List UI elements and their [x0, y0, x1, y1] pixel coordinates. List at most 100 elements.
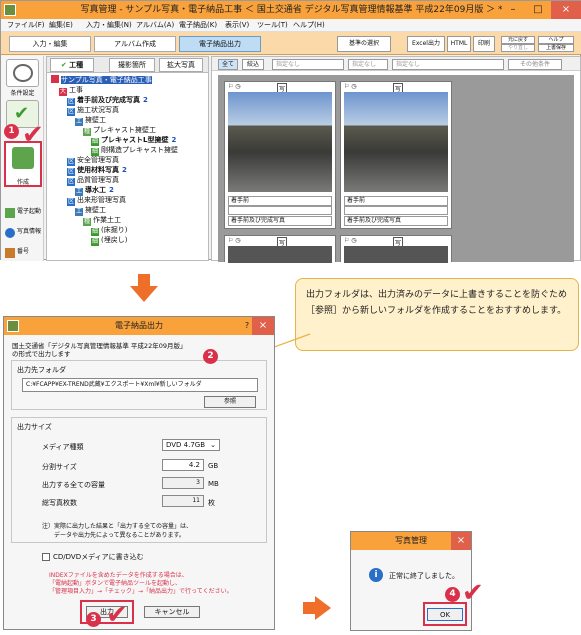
tree-node-label: 工事: [69, 86, 83, 94]
tree-node[interactable]: 区安全管理写真: [51, 155, 209, 166]
completion-titlebar: 写真管理 ×: [351, 532, 471, 550]
browse-button[interactable]: 参照: [204, 396, 256, 408]
info-icon: [5, 228, 15, 238]
filter-select-3[interactable]: 指定なし: [392, 59, 504, 70]
card-tag-icon: ⚐ ◷: [344, 237, 357, 244]
condition-settings-label: 条件設定: [10, 90, 35, 97]
tree-node[interactable]: 区出来形管理写真: [51, 195, 209, 206]
filter-button[interactable]: 絞込: [242, 59, 264, 70]
delivery-start-label[interactable]: 電子起動: [17, 206, 41, 215]
undo-button[interactable]: 元に戻す: [501, 36, 535, 44]
step-check-icon: ✔: [462, 578, 484, 608]
tree-node-count: 2: [143, 96, 148, 104]
photo-card-2[interactable]: ⚐ ◷ 写 着手前 着手前及び完成写真: [340, 81, 452, 229]
cancel-button[interactable]: キャンセル: [144, 606, 200, 618]
filter-select-1[interactable]: 指定なし: [272, 59, 344, 70]
standard-select-button[interactable]: 基準の選択: [337, 36, 391, 52]
photo-panel: 全て 絞込 指定なし 指定なし 指定なし その他条件 ⚐ ◷ 写 着手前 着手前…: [211, 56, 581, 263]
photo-card-3[interactable]: ⚐ ◷ 写: [224, 235, 336, 263]
menu-help[interactable]: ヘルプ(H): [293, 20, 325, 31]
number-label[interactable]: 番号: [17, 246, 41, 255]
menu-file[interactable]: ファイル(F): [7, 20, 45, 31]
tab-enlarged-photo[interactable]: 拡大写真: [159, 58, 203, 72]
completion-close-icon[interactable]: ×: [451, 532, 471, 550]
tree-node[interactable]: 細剛構造プレキャスト擁壁: [51, 145, 209, 156]
output-folder-input[interactable]: C:¥FCAPP¥EX-TREND武蔵¥エクスポート¥Xml¥新しいフォルダ: [22, 378, 258, 392]
tree-node[interactable]: 種作業土工: [51, 215, 209, 226]
media-type-select[interactable]: DVD 4.7GB ⌄: [162, 439, 220, 451]
tree-node-label: 品質管理写真: [77, 176, 119, 184]
chevron-down-icon: ⌄: [210, 441, 216, 449]
tree-node-icon: 種: [83, 128, 91, 136]
menu-delivery[interactable]: 電子納品(K): [179, 20, 217, 31]
card-tag-icon: ⚐ ◷: [228, 83, 241, 90]
menu-input-edit[interactable]: 入力・編集(N): [86, 20, 132, 31]
total-size-label: 出力する全ての容量: [42, 481, 105, 489]
photo-card-1[interactable]: ⚐ ◷ 写 着手前 着手前及び完成写真: [224, 81, 336, 229]
tab-shooting-location[interactable]: 撮影箇所: [109, 58, 155, 72]
media-type-value: DVD 4.7GB: [166, 441, 206, 449]
split-size-input[interactable]: 4.2: [162, 459, 204, 471]
tree-node-label: 剛構造プレキャスト擁壁: [101, 146, 178, 154]
tree-node[interactable]: 細 (埋戻し): [51, 235, 209, 246]
card-caption-1: 着手前: [228, 196, 332, 206]
dialog-close-icon[interactable]: ×: [252, 317, 274, 335]
app-titlebar: 写真管理 - サンプル写真・電子納品工事 ＜ 国土交通省 デジタル写真管理情報基…: [1, 1, 581, 19]
menu-album[interactable]: アルバム(A): [136, 20, 174, 31]
redo-button[interactable]: やり直し: [501, 44, 535, 52]
step-badge-4: 4: [445, 587, 460, 602]
tab-work-type-label: 工種: [69, 61, 84, 69]
menu-tools[interactable]: ツール(T): [257, 20, 288, 31]
total-size-unit: MB: [208, 480, 219, 488]
other-conditions-button[interactable]: その他条件: [508, 59, 562, 70]
tree-node[interactable]: 工擁壁工: [51, 115, 209, 126]
tab-album[interactable]: アルバム作成: [94, 36, 176, 52]
create-label: 作成: [16, 179, 29, 186]
tab-work-type[interactable]: ✔ 工種: [50, 58, 94, 72]
tree-node[interactable]: 大工事: [51, 85, 209, 96]
tree-node[interactable]: 細 (床掘り): [51, 225, 209, 236]
tree-node-icon: 大: [59, 88, 67, 96]
menu-view[interactable]: 表示(V): [225, 20, 249, 31]
tree-node[interactable]: 区施工状況写真: [51, 105, 209, 116]
tree-node[interactable]: 工擁壁工: [51, 205, 209, 216]
overwrite-save-button[interactable]: 上書保存: [538, 44, 574, 52]
menu-bar: ファイル(F) 編集(E) 入力・編集(N) アルバム(A) 電子納品(K) 表…: [1, 19, 581, 32]
number-icon: [5, 248, 15, 258]
tree-node-label: 使用材料写真: [77, 166, 119, 174]
cd-dvd-checkbox[interactable]: [42, 553, 50, 561]
menu-edit[interactable]: 編集(E): [49, 20, 73, 31]
notice-line-1: 注）実際に出力した結果と「出力する全ての容量」は、: [42, 523, 193, 530]
ok-button[interactable]: OK: [427, 608, 463, 621]
photo-info-label[interactable]: 写真情報: [17, 226, 41, 235]
tab-delivery-output[interactable]: 電子納品出力: [179, 36, 261, 52]
tree-tabs: ✔ 工種 撮影箇所 拡大写真: [47, 57, 208, 73]
down-arrow-icon: [130, 274, 158, 302]
split-size-label: 分割サイズ: [42, 463, 77, 471]
callout-text: 出力フォルダは、出力済みのデータに上書きすることを防ぐため［参照］から新しいフォ…: [306, 290, 568, 316]
tree-node[interactable]: 種プレキャスト擁壁工: [51, 125, 209, 136]
tree-node[interactable]: 区使用材料写真 2: [51, 165, 209, 176]
tree-node[interactable]: 区品質管理写真: [51, 175, 209, 186]
help-button[interactable]: ヘルプ: [538, 36, 574, 44]
tab-input-edit[interactable]: 入力・編集: [9, 36, 91, 52]
tree-node[interactable]: 工導水工 2: [51, 185, 209, 196]
tree-node[interactable]: サンプル写真・電子納品工事: [51, 75, 209, 85]
tree-node[interactable]: 細プレキャストL型擁壁 2: [51, 135, 209, 146]
wrench-icon: [13, 64, 33, 82]
tree-node[interactable]: 区着手前及び完成写真 2: [51, 95, 209, 106]
left-sidebar: 条件設定 ✔ 作成 電子起動 写真情報 番号: [1, 56, 44, 261]
photo-card-4[interactable]: ⚐ ◷ 写: [340, 235, 452, 263]
tree-node-icon: 工: [75, 118, 83, 126]
maximize-icon[interactable]: □: [526, 1, 550, 19]
filter-select-2[interactable]: 指定なし: [348, 59, 388, 70]
close-icon[interactable]: ×: [551, 1, 581, 19]
html-button[interactable]: HTML: [447, 36, 471, 52]
condition-settings-button[interactable]: [6, 59, 39, 87]
minimize-icon[interactable]: –: [501, 1, 525, 19]
tree-node-label: 施工状況写真: [77, 106, 119, 114]
print-button[interactable]: 印刷: [473, 36, 495, 52]
all-button[interactable]: 全て: [218, 59, 238, 70]
excel-output-button[interactable]: Excel出力: [407, 36, 445, 52]
tree-node-label: 擁壁工: [85, 206, 106, 214]
